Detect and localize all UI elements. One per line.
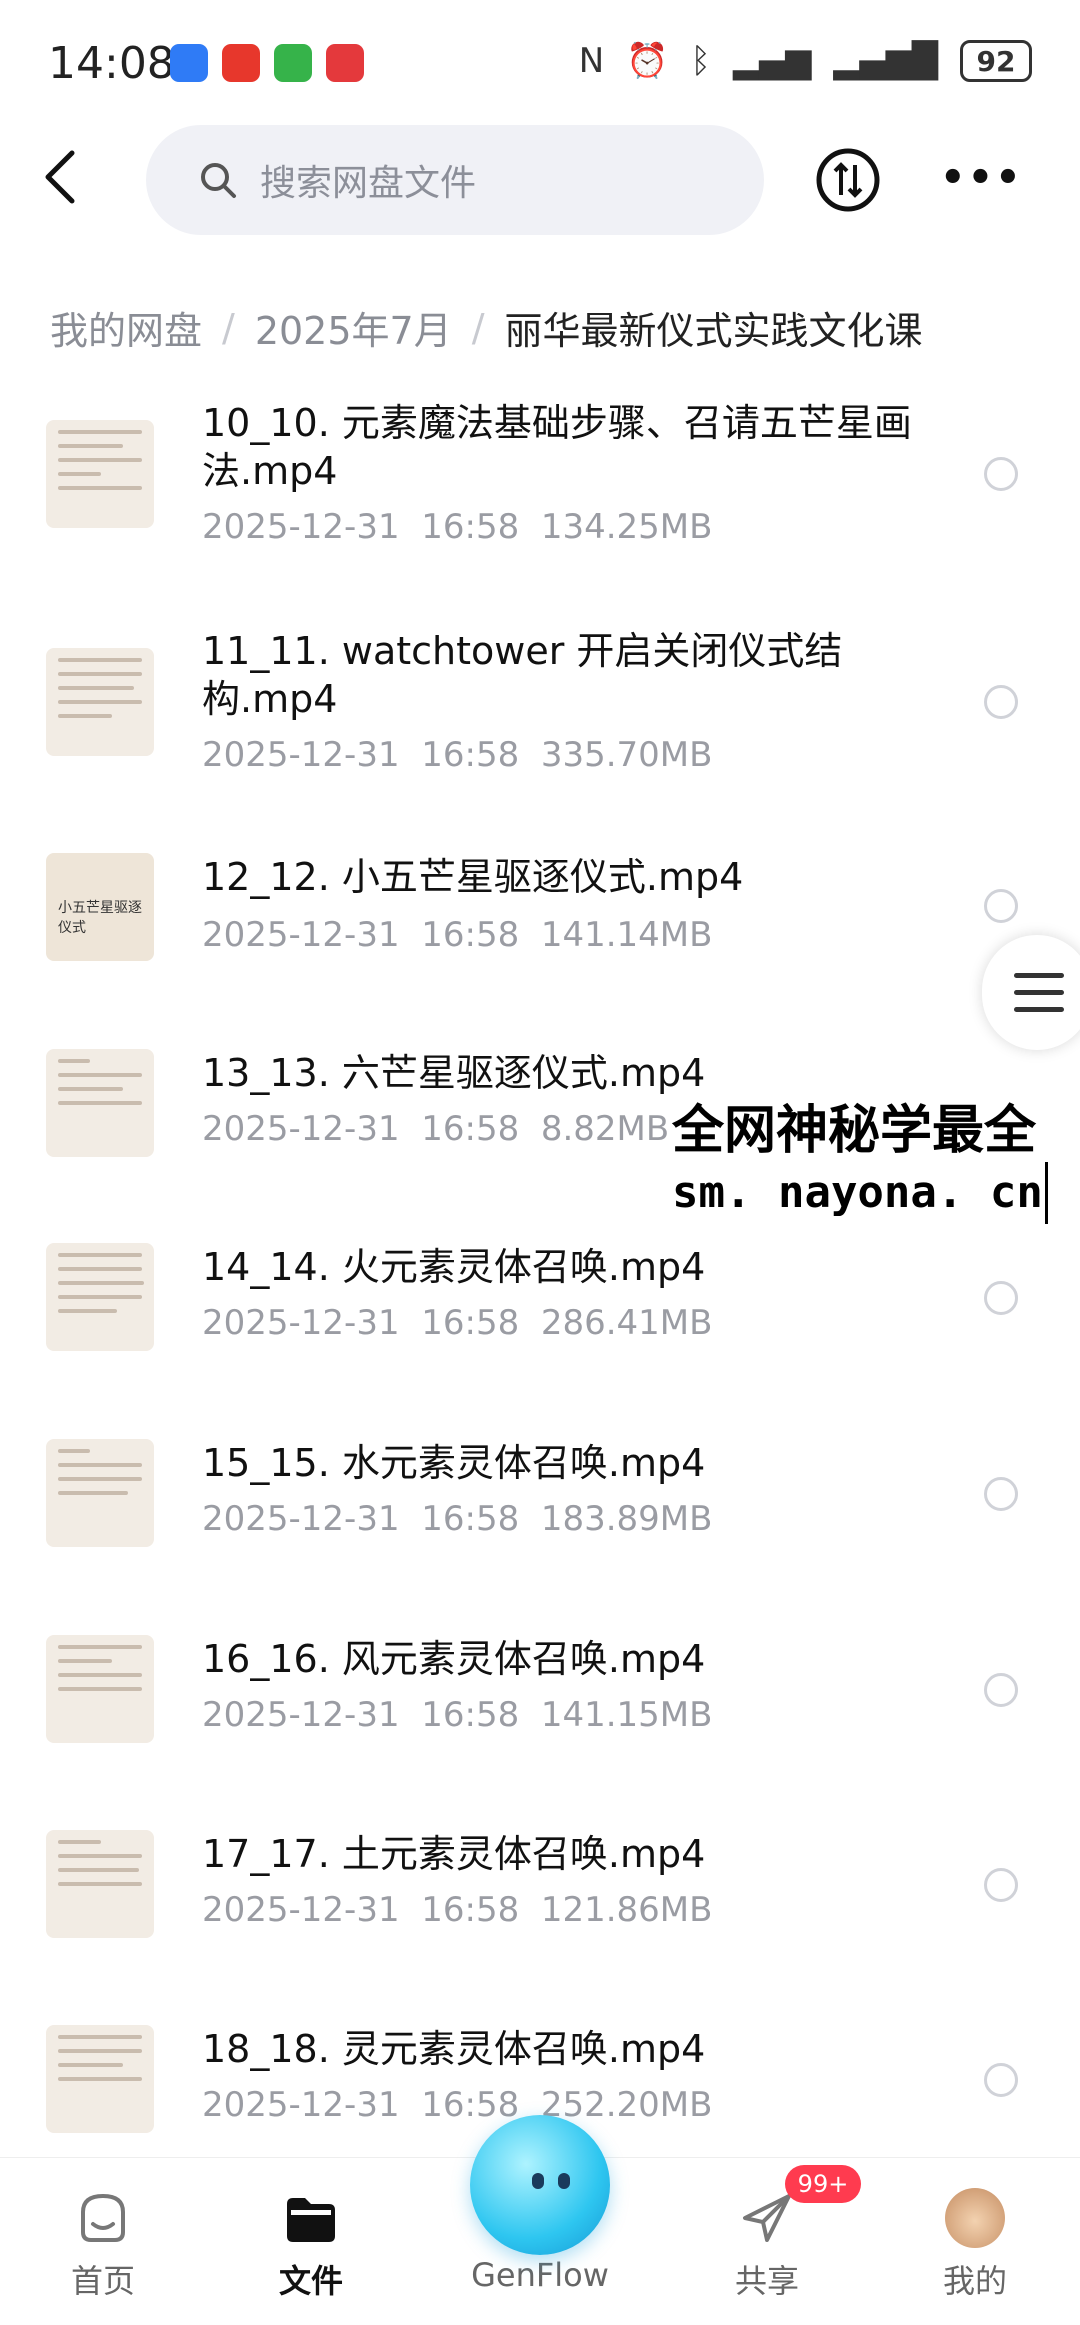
breadcrumb: 我的网盘 / 2025年7月 / 丽华最新仪式实践文化课 <box>50 300 923 355</box>
file-name: 11_11. watchtower 开启关闭仪式结构.mp4 <box>202 629 843 721</box>
file-meta: 2025-12-31 16:58 134.25MB <box>202 507 713 547</box>
file-meta: 2025-12-31 16:58 141.15MB <box>202 1695 713 1735</box>
tab-label: 首页 <box>70 2262 135 2300</box>
signal-icon: ▂▄▆█ <box>833 41 938 81</box>
file-meta: 2025-12-31 16:58 335.70MB <box>202 735 713 775</box>
file-name: 13_13. 六芒星驱逐仪式.mp4 <box>202 1051 706 1095</box>
video-thumbnail <box>46 2025 154 2133</box>
file-meta: 2025-12-31 16:58 252.20MB <box>202 2085 713 2125</box>
video-thumbnail <box>46 648 154 756</box>
file-meta: 2025-12-31 16:58 121.86MB <box>202 1890 713 1930</box>
breadcrumb-item-current: 丽华最新仪式实践文化课 <box>504 309 923 353</box>
watermark-url: sm. nayona. cn <box>672 1162 1048 1224</box>
paper-plane-icon <box>743 2194 791 2242</box>
select-radio[interactable] <box>984 457 1018 491</box>
select-radio[interactable] <box>984 889 1018 923</box>
search-placeholder: 搜索网盘文件 <box>260 163 477 204</box>
file-list: 10_10. 元素魔法基础步骤、召请五芒星画法.mp4 2025-12-31 1… <box>0 395 1080 2157</box>
tab-files[interactable]: 文件 <box>236 2158 386 2325</box>
avatar[interactable] <box>945 2188 1005 2248</box>
select-radio[interactable] <box>984 2063 1018 2097</box>
app-notification-icon <box>222 44 260 82</box>
watermark-line: 全网神秘学最全 <box>672 1101 1037 1161</box>
file-name: 14_14. 火元素灵体召唤.mp4 <box>202 1245 706 1289</box>
file-meta: 2025-12-31 16:58 8.82MB <box>202 1109 670 1149</box>
select-radio[interactable] <box>984 1477 1018 1511</box>
thumbnail-title: 小五芒星驱逐仪式 <box>58 900 142 936</box>
file-meta: 2025-12-31 16:58 183.89MB <box>202 1499 713 1539</box>
video-thumbnail: 小五芒星驱逐仪式 <box>46 853 154 961</box>
file-row[interactable]: 10_10. 元素魔法基础步骤、召请五芒星画法.mp4 2025-12-31 1… <box>0 395 1080 591</box>
file-row[interactable]: 16_16. 风元素灵体召唤.mp4 2025-12-31 16:58 141.… <box>0 1635 1080 1831</box>
transfer-icon[interactable] <box>815 147 881 213</box>
notification-app-icons <box>170 44 364 82</box>
select-radio[interactable] <box>984 1673 1018 1707</box>
breadcrumb-item-root[interactable]: 我的网盘 <box>50 300 202 355</box>
signal-icon: ▂▄▆ <box>732 41 812 81</box>
breadcrumb-item-folder[interactable]: 2025年7月 <box>255 300 452 355</box>
file-row[interactable]: 17_17. 土元素灵体召唤.mp4 2025-12-31 16:58 121.… <box>0 1830 1080 2026</box>
breadcrumb-separator: / <box>222 305 235 350</box>
tab-label: GenFlow <box>471 2256 609 2294</box>
folder-icon <box>287 2198 335 2242</box>
alarm-icon: ⏰ <box>626 41 669 81</box>
system-icons: N ⏰ ᛒ ▂▄▆ ▂▄▆█ 92 <box>579 40 1032 82</box>
video-thumbnail <box>46 1049 154 1157</box>
tab-label: 我的 <box>942 2262 1007 2300</box>
app-notification-icon <box>326 44 364 82</box>
app-notification-icon <box>274 44 312 82</box>
breadcrumb-separator: / <box>471 305 485 350</box>
genflow-assistant-icon[interactable] <box>470 2115 610 2255</box>
file-row[interactable]: 11_11. watchtower 开启关闭仪式结构.mp4 2025-12-3… <box>0 623 1080 819</box>
genflow-eye <box>558 2173 570 2189</box>
bluetooth-icon: ᛒ <box>690 41 711 81</box>
tab-label: 文件 <box>278 2262 343 2300</box>
video-thumbnail <box>46 420 154 528</box>
search-icon <box>201 163 236 198</box>
app-notification-icon <box>170 44 208 82</box>
select-radio[interactable] <box>984 1281 1018 1315</box>
select-radio[interactable] <box>984 685 1018 719</box>
nfc-icon: N <box>578 41 605 81</box>
tab-label: 共享 <box>734 2262 799 2300</box>
file-row[interactable]: 14_14. 火元素灵体召唤.mp4 2025-12-31 16:58 286.… <box>0 1243 1080 1439</box>
file-name: 18_18. 灵元素灵体召唤.mp4 <box>202 2027 706 2071</box>
genflow-eye <box>532 2173 544 2189</box>
file-name: 12_12. 小五芒星驱逐仪式.mp4 <box>202 855 744 899</box>
status-time: 14:08 <box>48 38 175 89</box>
search-bar[interactable]: 搜索网盘文件 <box>146 125 764 235</box>
file-name: 17_17. 土元素灵体召唤.mp4 <box>202 1832 706 1876</box>
share-badge: 99+ <box>785 2165 861 2203</box>
video-thumbnail <box>46 1830 154 1938</box>
battery-icon: 92 <box>960 40 1032 82</box>
video-thumbnail <box>46 1635 154 1743</box>
top-bar: 搜索网盘文件 ••• <box>0 125 1080 240</box>
file-row[interactable]: 小五芒星驱逐仪式 12_12. 小五芒星驱逐仪式.mp4 2025-12-31 … <box>0 853 1080 1049</box>
more-icon[interactable]: ••• <box>940 145 1021 211</box>
file-name: 10_10. 元素魔法基础步骤、召请五芒星画法.mp4 <box>202 401 912 493</box>
video-thumbnail <box>46 1243 154 1351</box>
back-icon[interactable] <box>40 147 100 217</box>
file-name: 15_15. 水元素灵体召唤.mp4 <box>202 1441 706 1485</box>
floating-menu-handle[interactable] <box>982 935 1080 1050</box>
file-meta: 2025-12-31 16:58 286.41MB <box>202 1303 713 1343</box>
file-row[interactable]: 15_15. 水元素灵体召唤.mp4 2025-12-31 16:58 183.… <box>0 1439 1080 1635</box>
status-bar: 14:08 N ⏰ ᛒ ▂▄▆ ▂▄▆█ 92 <box>0 0 1080 120</box>
tab-home[interactable]: 首页 <box>28 2158 178 2325</box>
watermark-overlay: 全网神秘学最全 sm. nayona. cn <box>672 1100 1048 1224</box>
select-radio[interactable] <box>984 1868 1018 1902</box>
file-name: 16_16. 风元素灵体召唤.mp4 <box>202 1637 706 1681</box>
video-thumbnail <box>46 1439 154 1547</box>
home-icon <box>81 2193 125 2242</box>
file-meta: 2025-12-31 16:58 141.14MB <box>202 915 713 955</box>
